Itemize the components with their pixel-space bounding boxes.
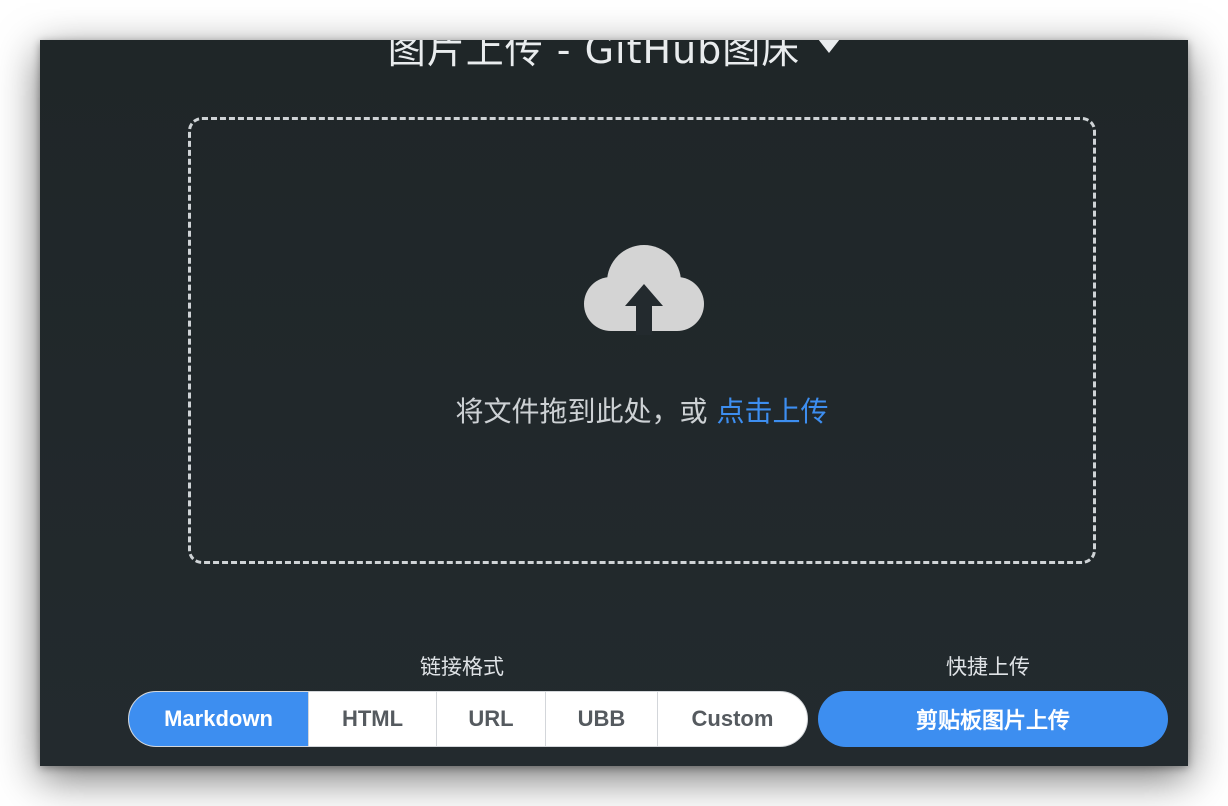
format-option-ubb[interactable]: UBB	[545, 692, 657, 746]
title-row: 图片上传 - GitHub图床	[40, 40, 1188, 74]
clipboard-upload-button[interactable]: 剪贴板图片上传	[818, 691, 1168, 747]
format-option-markdown[interactable]: Markdown	[129, 692, 308, 746]
dropzone-text: 将文件拖到此处，或	[455, 395, 708, 428]
upload-dropzone[interactable]: 将文件拖到此处，或 点击上传	[188, 117, 1096, 564]
link-format-label: 链接格式	[420, 655, 504, 679]
format-option-html[interactable]: HTML	[308, 692, 436, 746]
click-upload-link[interactable]: 点击上传	[716, 395, 828, 428]
cloud-upload-icon	[584, 245, 704, 335]
format-option-url[interactable]: URL	[436, 692, 545, 746]
dropzone-instructions: 将文件拖到此处，或 点击上传	[191, 390, 1093, 430]
upload-window: 图片上传 - GitHub图床 将文件拖到此处，或 点击上传 链接格式 快捷上传…	[40, 40, 1188, 766]
quick-upload-label: 快捷上传	[946, 655, 1030, 679]
page-title: 图片上传 - GitHub图床	[387, 40, 801, 72]
link-format-selector: Markdown HTML URL UBB Custom	[128, 691, 808, 747]
format-option-custom[interactable]: Custom	[657, 692, 807, 746]
dropdown-caret-icon[interactable]	[818, 40, 841, 53]
